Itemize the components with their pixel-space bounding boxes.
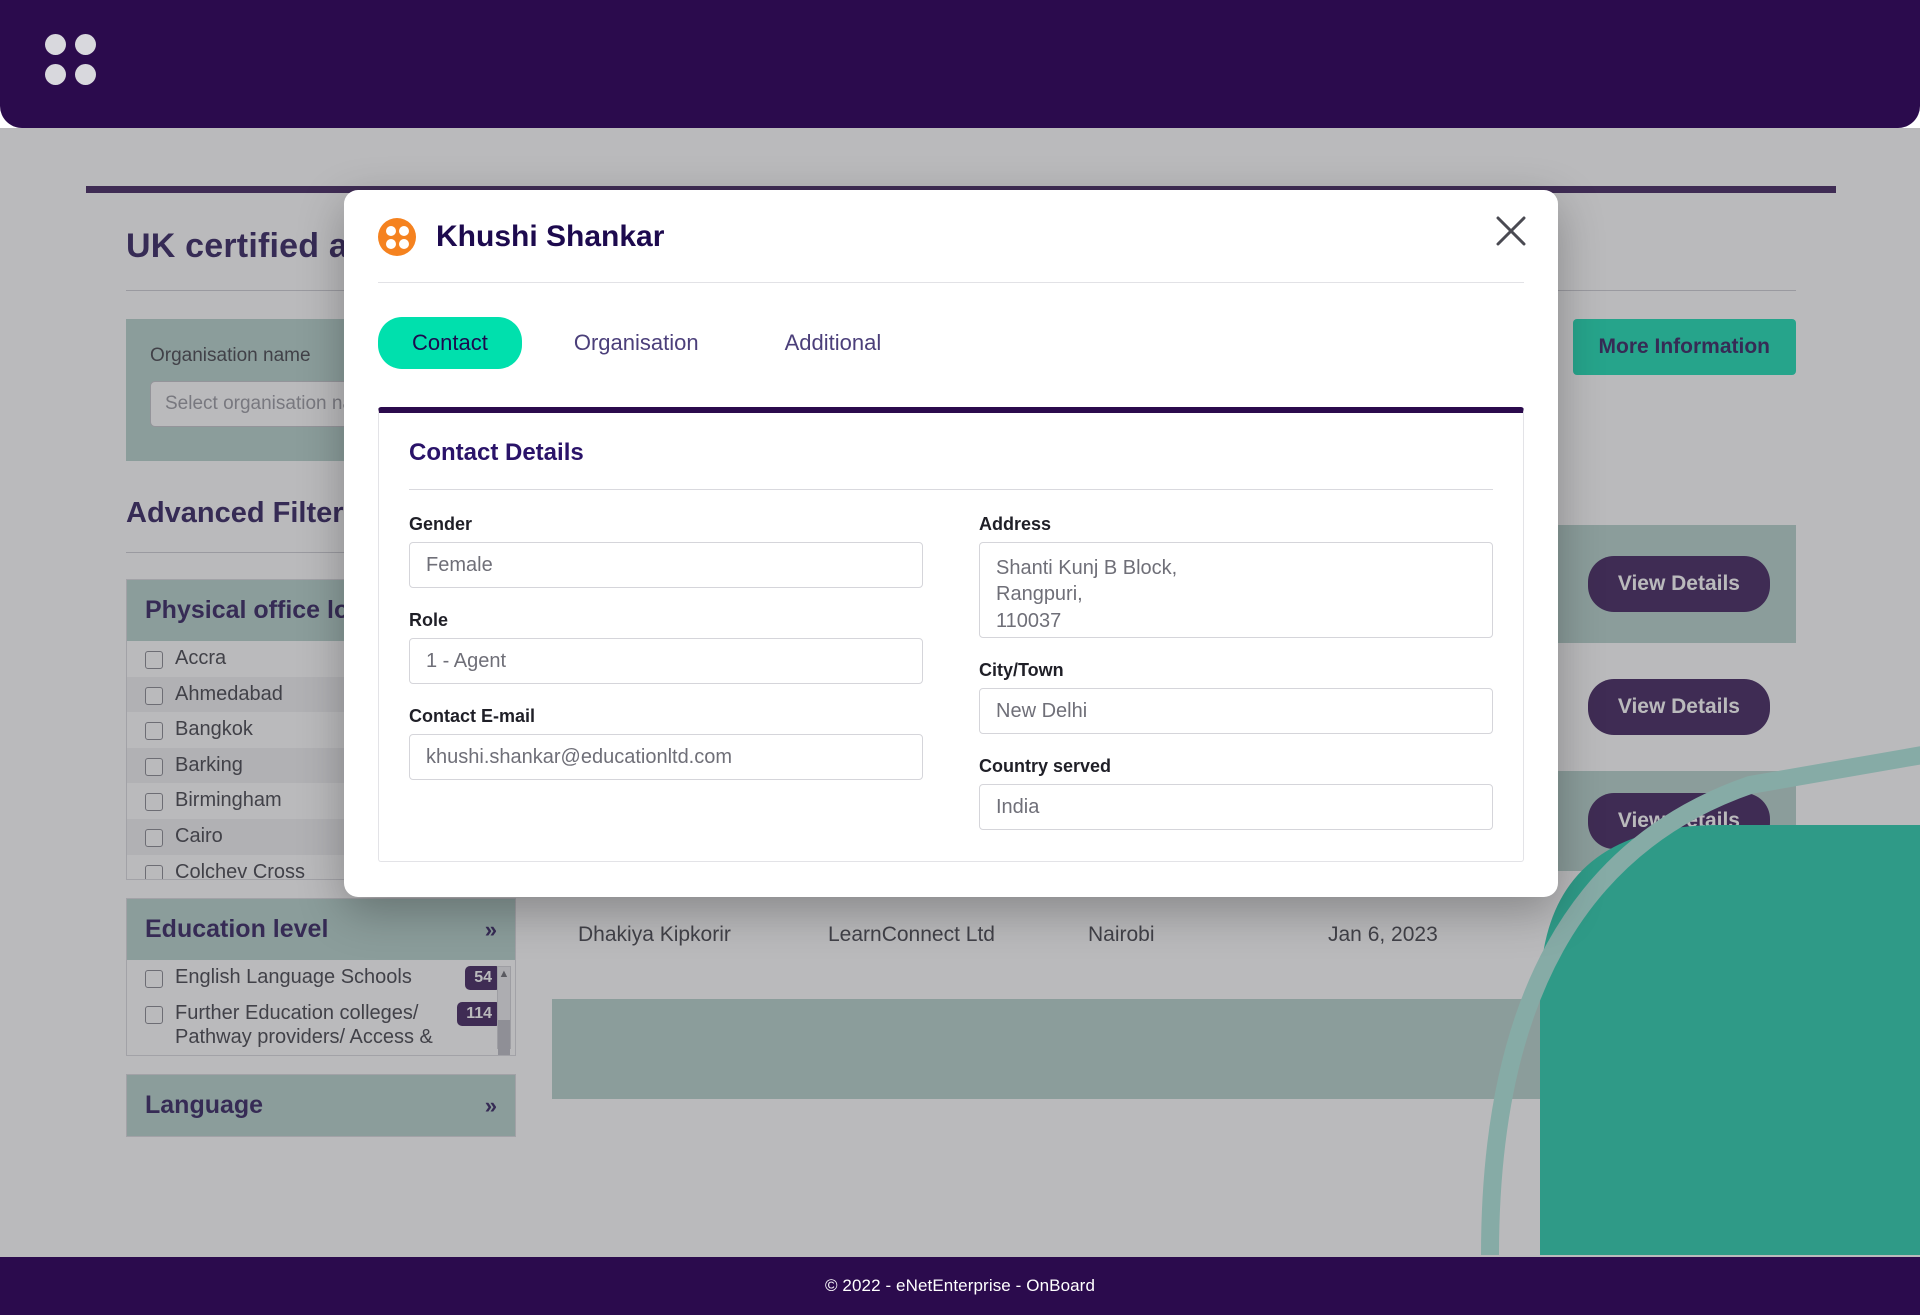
facet-header[interactable]: Education level » [127,899,515,960]
checkbox[interactable] [145,970,163,988]
address-input[interactable]: Shanti Kunj B Block, Rangpuri, 110037 [979,542,1493,638]
four-dots-logo-icon[interactable] [45,34,97,86]
checkbox[interactable] [145,651,163,669]
app-topbar [0,0,1920,128]
left-field-column: Gender Female Role 1 - Agent Contact E-m… [409,514,923,852]
field-role: Role 1 - Agent [409,610,923,684]
facet-title: Education level [145,915,329,943]
row-organisation: LearnConnect Ltd [828,923,995,946]
app-root: UK certified agents Organisation name Se… [0,0,1920,1315]
facet-title: Language [145,1091,264,1120]
tab-organisation[interactable]: Organisation [540,317,733,369]
chevron-up-icon[interactable]: » [485,917,497,943]
modal-tabs: Contact Organisation Additional [344,283,1558,369]
option-label: Further Education colleges/ Pathway prov… [175,1002,433,1048]
field-gender: Gender Female [409,514,923,588]
option-label: English Language Schools [175,966,412,988]
city-town-input[interactable]: New Delhi [979,688,1493,734]
list-item[interactable]: English Language Schools 54 [127,960,515,996]
facet-header[interactable]: Language » [127,1075,515,1137]
list-item[interactable]: Further Education colleges/ Pathway prov… [127,996,515,1055]
contact-email-input[interactable]: khushi.shankar@educationltd.com [409,734,923,780]
role-input[interactable]: 1 - Agent [409,638,923,684]
row-name: Dhakiya Kipkorir [578,923,731,946]
view-details-button[interactable]: View Details [1587,907,1770,963]
facet-education-level: Education level » English Language Schoo… [126,898,516,1057]
facet-language: Language » [126,1074,516,1138]
scrollbar-thumb[interactable] [498,1020,510,1056]
field-label: City/Town [979,660,1064,680]
view-details-button[interactable]: View Details [1587,793,1770,849]
app-footer: © 2022 - eNetEnterprise - OnBoard [0,1257,1920,1315]
view-details-button[interactable]: View Details [1587,1021,1770,1077]
modal-title: Khushi Shankar [436,220,665,253]
checkbox[interactable] [145,1006,163,1024]
view-details-button[interactable]: View Details [1587,679,1770,735]
contact-detail-modal: Khushi Shankar Contact Organisation Addi… [344,190,1558,897]
table-row[interactable]: Dhakiya Kipkorir LearnConnect Ltd Nairob… [552,885,1796,985]
tab-contact[interactable]: Contact [378,317,522,369]
checkbox[interactable] [145,686,163,705]
tab-additional[interactable]: Additional [751,317,916,369]
field-label: Gender [409,514,473,534]
field-address: Address Shanti Kunj B Block, Rangpuri, 1… [979,514,1493,638]
modal-header: Khushi Shankar [344,190,1558,256]
facet-options: English Language Schools 54 Further Educ… [127,960,515,1056]
checkbox[interactable] [145,828,163,847]
four-dots-avatar-icon [378,218,416,256]
more-information-button[interactable]: More Information [1572,319,1796,375]
checkbox[interactable] [145,757,163,776]
view-details-button[interactable]: View Details [1587,556,1770,612]
right-field-column: Address Shanti Kunj B Block, Rangpuri, 1… [979,514,1493,852]
row-city: Nairobi [1088,923,1155,946]
row-date: Jan 6, 2023 [1328,923,1438,946]
panel-title: Contact Details [409,439,584,466]
field-city-town: City/Town New Delhi [979,660,1493,734]
scroll-up-icon[interactable]: ▲ [499,967,510,982]
count-badge: 54 [465,966,501,990]
table-row[interactable]: View Details [552,999,1796,1099]
close-icon[interactable] [1494,214,1528,248]
gender-input[interactable]: Female [409,542,923,588]
checkbox[interactable] [145,864,163,879]
field-contact-email: Contact E-mail khushi.shankar@educationl… [409,706,923,780]
country-served-input[interactable]: India [979,784,1493,830]
checkbox[interactable] [145,793,163,812]
panel-divider [409,489,1493,490]
count-badge: 114 [457,1002,501,1026]
field-label: Role [409,610,449,630]
chevron-down-icon[interactable]: » [485,1093,497,1119]
field-label: Contact E-mail [409,706,536,726]
field-label: Country served [979,756,1112,776]
field-label: Address [979,514,1052,534]
checkbox[interactable] [145,722,163,741]
contact-details-panel: Contact Details Gender Female Role 1 - A… [378,407,1524,862]
field-country-served: Country served India [979,756,1493,830]
